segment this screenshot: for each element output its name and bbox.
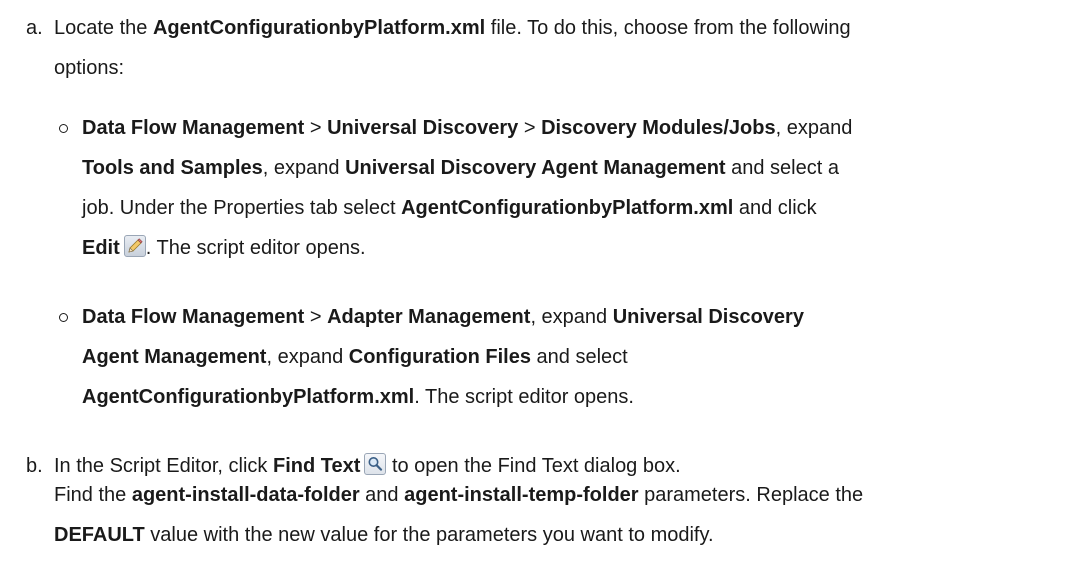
step-b-body: In the Script Editor, click Find Text to… bbox=[54, 451, 1087, 551]
bullet-circle-icon bbox=[59, 124, 68, 133]
option-1-line-4: Edit. The script editor opens. bbox=[82, 235, 366, 259]
option-1-line-3: job. Under the Properties tab select Age… bbox=[82, 197, 817, 219]
find-text-magnifier-icon bbox=[364, 453, 387, 475]
step-a-body: Locate the AgentConfigurationbyPlatform.… bbox=[54, 13, 1087, 84]
step-b-line-2: Find the agent-install-data-folder and a… bbox=[54, 484, 864, 506]
step-b-line-1: In the Script Editor, click Find Text to… bbox=[54, 453, 681, 477]
step-a-line-1: Locate the AgentConfigurationbyPlatform.… bbox=[54, 17, 851, 39]
step-marker-b: b. bbox=[26, 455, 43, 477]
option-2-line-3: AgentConfigurationbyPlatform.xml. The sc… bbox=[82, 386, 634, 408]
option-2-line-1: Data Flow Management > Adapter Managemen… bbox=[82, 306, 804, 328]
bullet-circle-icon bbox=[59, 313, 68, 322]
step-a-line-2: options: bbox=[54, 57, 125, 79]
option-2-line-2: Agent Management, expand Configuration F… bbox=[82, 346, 628, 368]
edit-pencil-icon bbox=[123, 235, 146, 257]
option-2-body: Data Flow Management > Adapter Managemen… bbox=[82, 302, 1087, 413]
option-1-body: Data Flow Management > Universal Discove… bbox=[82, 113, 1087, 264]
option-1-line-1: Data Flow Management > Universal Discove… bbox=[82, 117, 853, 139]
document-page: a. Locate the AgentConfigurationbyPlatfo… bbox=[0, 0, 1087, 585]
step-b-line-3: DEFAULT value with the new value for the… bbox=[54, 524, 714, 546]
filename-text: AgentConfigurationbyPlatform.xml bbox=[152, 17, 486, 39]
step-marker-a: a. bbox=[26, 17, 43, 39]
option-1-line-2: Tools and Samples, expand Universal Disc… bbox=[82, 157, 839, 179]
